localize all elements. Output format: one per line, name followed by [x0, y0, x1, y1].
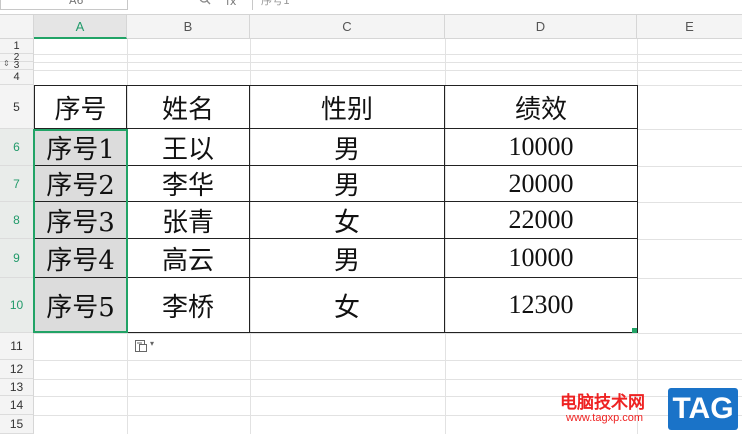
watermark-url: www.tagxp.com — [566, 412, 644, 424]
table-cell[interactable]: 高云 — [127, 239, 250, 278]
row-header-15[interactable]: 15 — [0, 415, 34, 434]
gridline — [34, 360, 742, 361]
header-cell-performance[interactable]: 绩效 — [445, 85, 638, 129]
paste-options-button[interactable]: ▾ — [132, 338, 160, 354]
gridline — [34, 379, 742, 380]
column-header-c[interactable]: C — [250, 15, 445, 39]
table-cell[interactable]: 王以 — [127, 129, 250, 166]
watermark-tag-logo: TAG — [668, 388, 738, 430]
table-cell[interactable]: 李桥 — [127, 278, 250, 333]
table-cell[interactable]: 10000 — [445, 129, 638, 166]
formula-input[interactable]: 序号1 — [252, 0, 742, 10]
chevron-down-icon: ▾ — [150, 339, 155, 348]
column-header-a[interactable]: A — [34, 15, 127, 39]
gridline — [34, 70, 742, 71]
table-cell[interactable]: 李华 — [127, 166, 250, 202]
fx-label[interactable]: fx — [226, 0, 236, 8]
gridline — [34, 333, 742, 334]
row-header-14[interactable]: 14 — [0, 396, 34, 415]
gridline — [637, 202, 742, 203]
header-cell-gender[interactable]: 性别 — [250, 85, 445, 129]
table-cell[interactable]: 22000 — [445, 202, 638, 239]
gridline — [34, 62, 742, 63]
gridline — [637, 129, 742, 130]
table-cell[interactable]: 12300 — [445, 278, 638, 333]
search-icon[interactable] — [198, 0, 212, 8]
header-cell-id[interactable]: 序号 — [34, 85, 127, 129]
gridline — [34, 54, 742, 55]
table-cell[interactable]: 20000 — [445, 166, 638, 202]
table-cell[interactable]: 男 — [250, 129, 445, 166]
table-cell[interactable]: 男 — [250, 239, 445, 278]
paste-options-icon — [135, 340, 147, 352]
row-header-4[interactable]: 4 — [0, 70, 34, 85]
row-header-11[interactable]: 11 — [0, 333, 34, 360]
table-cell[interactable]: 序号5 — [34, 278, 127, 333]
row-header-7[interactable]: 7 — [0, 166, 34, 202]
row-header-8[interactable]: 8 — [0, 202, 34, 239]
name-box[interactable]: A6 — [0, 0, 128, 10]
column-header-b[interactable]: B — [127, 15, 250, 39]
gridline — [637, 239, 742, 240]
row-header-9[interactable]: 9 — [0, 239, 34, 278]
table-cell[interactable]: 男 — [250, 166, 445, 202]
watermark-site-name: 电脑技术网 — [560, 393, 645, 413]
table-cell[interactable]: 女 — [250, 278, 445, 333]
row-header-13[interactable]: 13 — [0, 379, 34, 396]
fill-handle[interactable] — [632, 328, 637, 333]
table-cell[interactable]: 序号2 — [34, 166, 127, 202]
row-header-12[interactable]: 12 — [0, 360, 34, 379]
row-header-5[interactable]: 5 — [0, 85, 34, 129]
table-cell[interactable]: 序号4 — [34, 239, 127, 278]
table-cell[interactable]: 女 — [250, 202, 445, 239]
group-toggle-icon[interactable]: ⇕ — [3, 60, 10, 68]
gridline — [637, 278, 742, 279]
column-header-d[interactable]: D — [445, 15, 637, 39]
table-cell[interactable]: 10000 — [445, 239, 638, 278]
select-all-corner[interactable] — [0, 15, 34, 39]
row-header-10[interactable]: 10 — [0, 278, 34, 333]
table-cell[interactable]: 张青 — [127, 202, 250, 239]
formula-bar: A6 fx 序号1 — [0, 0, 742, 15]
gridline — [637, 166, 742, 167]
row-header-6[interactable]: 6 — [0, 129, 34, 166]
column-header-e[interactable]: E — [637, 15, 742, 39]
table-cell[interactable]: 序号1 — [34, 129, 127, 166]
header-cell-name[interactable]: 姓名 — [127, 85, 250, 129]
table-cell[interactable]: 序号3 — [34, 202, 127, 239]
